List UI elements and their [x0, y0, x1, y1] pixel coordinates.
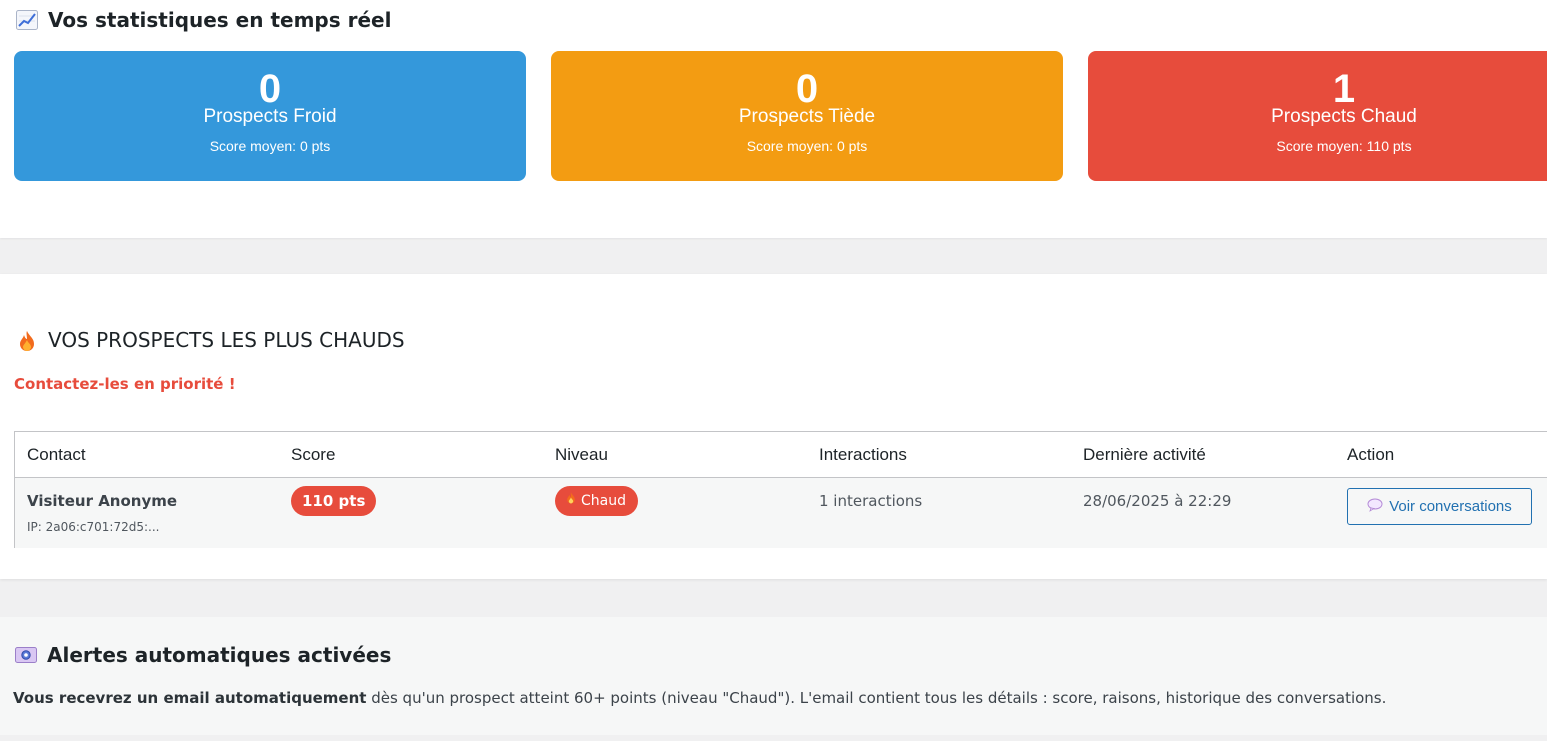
column-header-score: Score	[291, 445, 336, 464]
priority-subtitle: Contactez-les en priorité !	[14, 375, 236, 393]
fire-icon	[565, 486, 577, 516]
chart-increasing-icon	[16, 10, 38, 30]
card-label: Prospects Froid	[203, 106, 337, 127]
contact-name: Visiteur Anonyme	[27, 492, 178, 510]
last-activity: 28/06/2025 à 22:29	[1083, 492, 1232, 510]
alerts-description: Vous recevrez un email automatiquement d…	[13, 689, 1386, 707]
alerts-title: Alertes automatiques activées	[15, 643, 391, 667]
table-header: Contact Score Niveau Interactions Derniè…	[15, 432, 1547, 478]
email-envelope-icon	[15, 645, 37, 665]
score-badge: 110 pts	[291, 486, 377, 516]
alerts-description-rest: dès qu'un prospect atteint 60+ points (n…	[366, 689, 1387, 707]
card-prospects-froid: 0 Prospects Froid Score moyen: 0 pts	[14, 51, 526, 181]
interactions-count: 1 interactions	[819, 492, 923, 510]
card-label: Prospects Chaud	[1271, 106, 1417, 127]
prospects-table: Contact Score Niveau Interactions Derniè…	[14, 431, 1547, 548]
column-header-contact: Contact	[27, 445, 86, 464]
card-label: Prospects Tiède	[738, 106, 876, 127]
column-header-interactions: Interactions	[819, 445, 907, 464]
speech-balloon-icon	[1367, 498, 1383, 516]
level-label: Chaud	[581, 493, 626, 509]
card-prospects-tiede: 0 Prospects Tiède Score moyen: 0 pts	[551, 51, 1063, 181]
card-average-score: Score moyen: 110 pts	[1276, 138, 1412, 154]
view-conversations-button[interactable]: Voir conversations	[1347, 488, 1532, 525]
contact-ip: IP: 2a06:c701:72d5:...	[27, 520, 160, 534]
card-average-score: Score moyen: 0 pts	[209, 138, 331, 154]
alerts-panel	[0, 617, 1547, 735]
column-header-derniere-activite: Dernière activité	[1083, 445, 1206, 464]
card-average-score: Score moyen: 0 pts	[746, 138, 868, 154]
table-row: Visiteur Anonyme IP: 2a06:c701:72d5:... …	[15, 478, 1547, 548]
stats-panel: Vos statistiques en temps réel 0 Prospec…	[0, 0, 1547, 238]
alerts-title-text: Alertes automatiques activées	[47, 643, 392, 667]
alerts-description-bold: Vous recevrez un email automatiquement	[13, 689, 367, 707]
hot-prospects-title: VOS PROSPECTS LES PLUS CHAUDS	[16, 328, 405, 352]
view-conversations-label: Voir conversations	[1389, 498, 1512, 515]
fire-icon	[16, 330, 38, 351]
hot-prospects-title-text: VOS PROSPECTS LES PLUS CHAUDS	[48, 328, 405, 352]
column-header-action: Action	[1347, 445, 1395, 464]
stats-title: Vos statistiques en temps réel	[16, 8, 391, 32]
card-prospects-chaud: 1 Prospects Chaud Score moyen: 110 pts	[1088, 51, 1547, 181]
level-badge: Chaud	[555, 486, 638, 516]
column-header-niveau: Niveau	[555, 445, 608, 464]
stats-title-text: Vos statistiques en temps réel	[48, 8, 392, 32]
